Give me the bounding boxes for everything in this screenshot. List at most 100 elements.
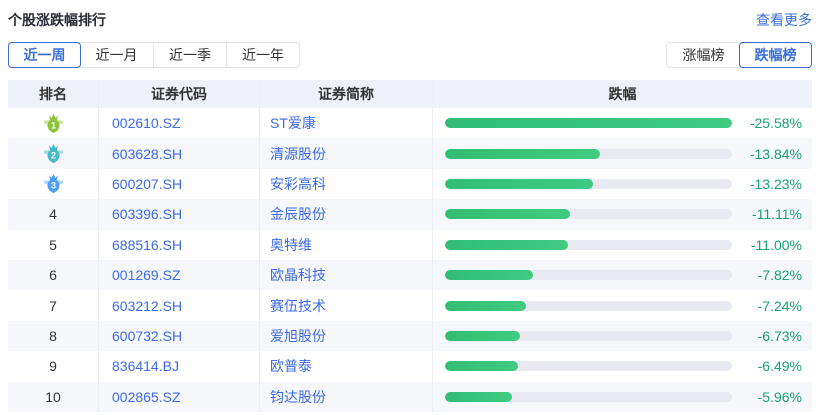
decline-bar-track — [445, 361, 732, 372]
decline-bar-track — [445, 239, 732, 250]
rank-cell: 6 — [8, 259, 99, 291]
stock-name-link[interactable]: 安彩高科 — [270, 174, 326, 194]
table-row[interactable]: 4 603396.SH 金辰股份 -11.11% — [8, 199, 812, 230]
svg-text:3: 3 — [50, 181, 55, 191]
rank-medal-icon: 1 — [42, 113, 64, 133]
table-header-row: 排名 证券代码 证券简称 跌幅 — [8, 80, 812, 108]
rank-cell: 7 — [8, 290, 99, 321]
stock-name-link[interactable]: ST爱康 — [270, 113, 316, 133]
table-row[interactable]: 9 836414.BJ 欧普泰 -6.49% — [8, 351, 812, 382]
decline-bar-track — [445, 270, 732, 281]
stock-code-link[interactable]: 836414.BJ — [112, 358, 179, 374]
stock-name-link[interactable]: 欧普泰 — [270, 356, 312, 376]
rank-cell: 8 — [8, 320, 99, 352]
period-tab-2[interactable]: 近一季 — [153, 43, 226, 67]
table-body: 1 002610.SZ ST爱康 -25.58% 2 603628.SH 清源股… — [8, 108, 812, 412]
stock-code-link[interactable]: 001269.SZ — [112, 267, 181, 283]
rank-number: 5 — [49, 236, 57, 253]
widget-header: 个股涨跌幅排行 查看更多 — [0, 0, 820, 30]
stock-code-link[interactable]: 002865.SZ — [112, 389, 181, 405]
column-header-rank: 排名 — [8, 80, 99, 108]
table-row[interactable]: 1 002610.SZ ST爱康 -25.58% — [8, 108, 812, 139]
rank-number: 8 — [49, 327, 57, 344]
decline-bar-track — [445, 209, 732, 220]
rank-cell: 3 — [8, 168, 99, 200]
table-row[interactable]: 7 603212.SH 赛伍技术 -7.24% — [8, 290, 812, 321]
decline-bar-track — [445, 148, 732, 159]
stock-name-link[interactable]: 清源股份 — [270, 144, 326, 164]
stock-ranking-widget: 个股涨跌幅排行 查看更多 近一周 近一月 近一季 近一年 涨幅榜 跌幅榜 排名 证券代码… — [0, 0, 820, 415]
rank-cell: 9 — [8, 351, 99, 382]
svg-text:2: 2 — [50, 150, 55, 160]
table-row[interactable]: 6 001269.SZ 欧晶科技 -7.82% — [8, 259, 812, 291]
table-row[interactable]: 5 688516.SH 奥特维 -11.00% — [8, 229, 812, 260]
decline-bar-fill — [445, 178, 594, 189]
period-tab-1[interactable]: 近一月 — [80, 43, 153, 67]
stock-code-link[interactable]: 002610.SZ — [112, 115, 181, 131]
decline-bar-track — [445, 118, 732, 129]
stock-name-link[interactable]: 奥特维 — [270, 235, 312, 255]
rank-number: 6 — [49, 267, 57, 284]
decline-bar-fill — [445, 148, 601, 159]
stock-name-link[interactable]: 赛伍技术 — [270, 296, 326, 316]
svg-text:1: 1 — [50, 120, 55, 130]
page-title: 个股涨跌幅排行 — [8, 12, 106, 28]
decline-bar-fill — [445, 391, 512, 402]
decline-percent: -5.96% — [757, 388, 802, 405]
rank-cell: 1 — [8, 108, 99, 139]
rank-cell: 2 — [8, 138, 99, 169]
board-tab-1[interactable]: 跌幅榜 — [739, 42, 812, 68]
decline-bar-fill — [445, 361, 518, 372]
table-row[interactable]: 2 603628.SH 清源股份 -13.84% — [8, 138, 812, 169]
rank-medal-icon: 2 — [42, 144, 64, 164]
stock-name-link[interactable]: 金辰股份 — [270, 204, 326, 224]
decline-percent: -7.24% — [757, 297, 802, 314]
stock-code-link[interactable]: 600732.SH — [112, 328, 182, 344]
decline-bar-fill — [445, 270, 533, 281]
stock-code-link[interactable]: 688516.SH — [112, 237, 182, 253]
column-header-code: 证券代码 — [99, 80, 260, 108]
stock-code-link[interactable]: 603396.SH — [112, 206, 182, 222]
decline-bar-fill — [445, 118, 732, 129]
decline-percent: -7.82% — [757, 267, 802, 284]
decline-bar-fill — [445, 330, 521, 341]
decline-percent: -13.23% — [749, 175, 802, 192]
stock-code-link[interactable]: 603628.SH — [112, 146, 182, 162]
decline-bar-fill — [445, 209, 570, 220]
stock-name-link[interactable]: 钧达股份 — [270, 387, 326, 407]
board-tabs: 涨幅榜 跌幅榜 — [666, 42, 812, 68]
period-tab-0[interactable]: 近一周 — [8, 42, 81, 68]
table-row[interactable]: 10 002865.SZ 钧达股份 -5.96% — [8, 381, 812, 412]
period-tabs: 近一周 近一月 近一季 近一年 — [8, 42, 300, 68]
view-more-link[interactable]: 查看更多 — [756, 10, 812, 30]
stock-code-link[interactable]: 603212.SH — [112, 298, 182, 314]
decline-bar-fill — [445, 300, 527, 311]
decline-bar-track — [445, 391, 732, 402]
decline-percent: -13.84% — [749, 145, 802, 162]
decline-bar-track — [445, 178, 732, 189]
decline-percent: -6.49% — [757, 358, 802, 375]
column-header-name: 证券简称 — [260, 80, 433, 108]
rank-number: 10 — [45, 388, 61, 405]
decline-percent: -25.58% — [749, 115, 802, 132]
stock-name-link[interactable]: 爱旭股份 — [270, 326, 326, 346]
rank-cell: 5 — [8, 229, 99, 260]
controls-row: 近一周 近一月 近一季 近一年 涨幅榜 跌幅榜 — [8, 42, 812, 68]
table-row[interactable]: 8 600732.SH 爱旭股份 -6.73% — [8, 320, 812, 352]
stock-code-link[interactable]: 600207.SH — [112, 176, 182, 192]
rank-number: 7 — [49, 297, 57, 314]
rank-medal-icon: 3 — [42, 174, 64, 194]
ranking-table: 排名 证券代码 证券简称 跌幅 1 002610.SZ ST爱康 -25.58%… — [8, 80, 812, 412]
decline-bar-track — [445, 330, 732, 341]
decline-percent: -11.11% — [751, 206, 802, 223]
stock-name-link[interactable]: 欧晶科技 — [270, 265, 326, 285]
board-tab-0[interactable]: 涨幅榜 — [667, 43, 740, 67]
rank-cell: 10 — [8, 381, 99, 412]
rank-number: 4 — [49, 206, 57, 223]
decline-percent: -11.00% — [750, 236, 802, 253]
decline-bar-fill — [445, 239, 569, 250]
column-header-decline: 跌幅 — [608, 86, 637, 102]
table-row[interactable]: 3 600207.SH 安彩高科 -13.23% — [8, 168, 812, 200]
period-tab-3[interactable]: 近一年 — [226, 43, 299, 67]
rank-cell: 4 — [8, 199, 99, 230]
